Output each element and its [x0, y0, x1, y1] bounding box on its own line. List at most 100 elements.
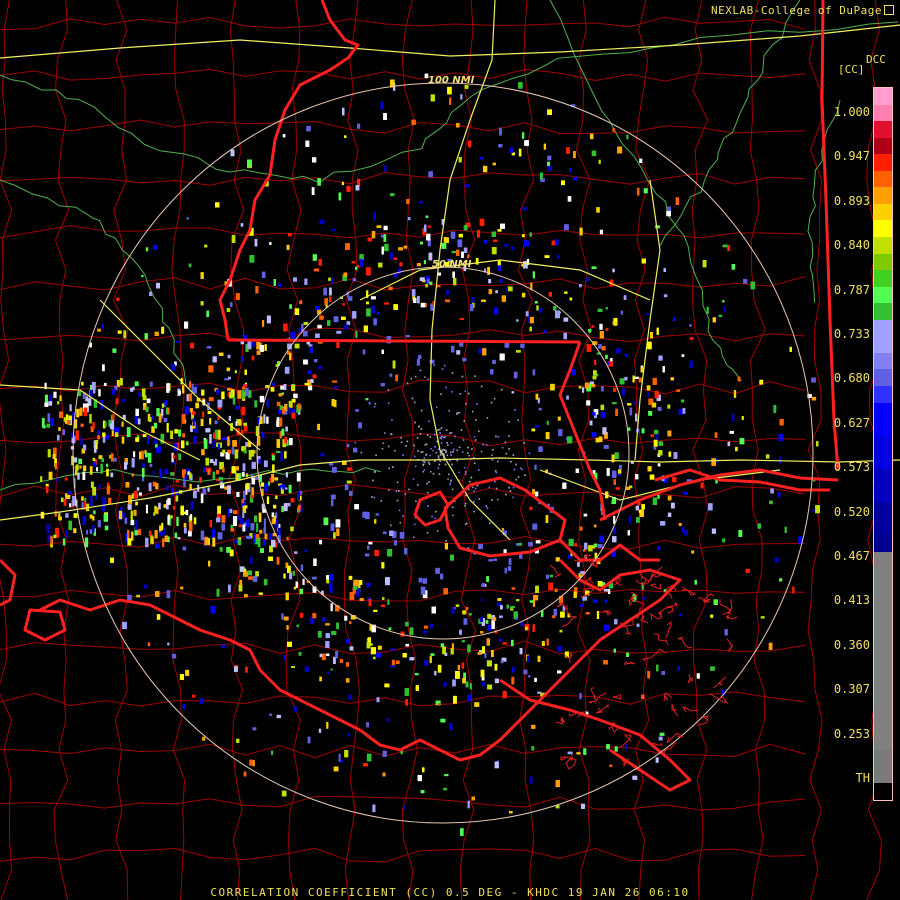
echo-pixel — [381, 349, 384, 354]
echo-pixel — [482, 646, 485, 654]
echo-pixel — [441, 435, 443, 438]
echo-pixel — [408, 488, 410, 491]
echo-pixel — [455, 671, 460, 679]
echo-pixel — [82, 471, 86, 480]
echo-pixel — [381, 246, 384, 255]
echo-pixel — [269, 533, 273, 540]
echo-pixel — [588, 545, 593, 552]
echo-pixel — [464, 502, 467, 505]
echo-pixel — [398, 509, 401, 512]
echo-pixel — [384, 243, 389, 252]
echo-pixel — [464, 390, 466, 392]
echo-pixel — [495, 471, 497, 474]
echo-pixel — [613, 527, 616, 535]
echo-pixel — [249, 556, 253, 564]
echo-pixel — [446, 290, 449, 295]
echo-pixel — [774, 557, 779, 563]
echo-pixel — [480, 450, 483, 453]
echo-pixel — [441, 242, 447, 249]
echo-pixel — [397, 268, 401, 275]
echo-pixel — [286, 502, 291, 507]
echo-pixel — [451, 251, 457, 254]
echo-pixel — [342, 303, 345, 306]
echo-pixel — [234, 370, 237, 374]
echo-pixel — [134, 415, 138, 425]
echo-pixel — [508, 448, 510, 450]
echo-pixel — [93, 440, 97, 449]
echo-pixel — [134, 520, 139, 531]
echo-pixel — [428, 225, 431, 228]
echo-pixel — [567, 751, 573, 755]
color-bar-segment — [874, 501, 892, 538]
echo-pixel — [226, 367, 230, 372]
echo-pixel — [522, 234, 525, 238]
echo-pixel — [602, 427, 607, 435]
echo-pixel — [108, 497, 112, 505]
echo-pixel — [639, 158, 643, 163]
echo-pixel — [399, 532, 405, 539]
echo-pixel — [503, 549, 507, 554]
echo-pixel — [268, 556, 273, 561]
echo-pixel — [333, 400, 337, 408]
echo-pixel — [131, 531, 134, 541]
echo-pixel — [510, 461, 512, 463]
echo-pixel — [380, 383, 385, 387]
echo-pixel — [647, 392, 650, 397]
echo-pixel — [463, 420, 465, 422]
echo-pixel — [399, 262, 403, 267]
echo-pixel — [434, 517, 436, 520]
echo-pixel — [229, 391, 233, 399]
echo-pixel — [64, 477, 68, 481]
echo-pixel — [307, 370, 312, 374]
echo-pixel — [370, 647, 376, 655]
echo-pixel — [209, 434, 212, 444]
echo-pixel — [430, 471, 432, 473]
echo-pixel — [142, 434, 147, 438]
echo-pixel — [285, 592, 289, 601]
echo-pixel — [467, 644, 471, 653]
echo-pixel — [459, 629, 462, 635]
echo-pixel — [231, 235, 236, 243]
echo-pixel — [371, 496, 373, 498]
echo-pixel — [555, 310, 560, 319]
echo-pixel — [494, 480, 496, 483]
echo-pixel — [100, 463, 103, 474]
echo-pixel — [289, 304, 292, 309]
echo-pixel — [760, 616, 765, 619]
echo-pixel — [323, 517, 329, 526]
echo-pixel — [420, 790, 425, 794]
echo-pixel — [89, 414, 92, 424]
echo-pixel — [93, 510, 96, 515]
echo-pixel — [117, 330, 122, 334]
echo-pixel — [320, 452, 325, 457]
echo-pixel — [49, 394, 53, 402]
echo-pixel — [426, 233, 431, 241]
echo-pixel — [482, 348, 487, 356]
echo-pixel — [322, 617, 325, 622]
echo-pixel — [535, 540, 541, 544]
echo-pixel — [388, 627, 392, 631]
county-line — [575, 0, 592, 900]
echo-pixel — [446, 442, 448, 444]
echo-pixel — [511, 246, 515, 251]
echo-pixel — [147, 642, 151, 647]
echo-pixel — [273, 504, 277, 509]
echo-pixel — [711, 458, 716, 466]
echo-pixel — [238, 473, 241, 480]
echo-pixel — [450, 648, 454, 655]
echo-pixel — [217, 399, 223, 408]
echo-pixel — [374, 403, 377, 405]
echo-pixel — [450, 442, 453, 444]
echo-pixel — [456, 350, 461, 355]
echo-pixel — [662, 366, 665, 373]
marsh-line — [568, 711, 586, 718]
echo-pixel — [390, 193, 395, 197]
echo-pixel — [347, 732, 350, 737]
echo-pixel — [473, 490, 475, 492]
echo-pixel — [779, 418, 784, 426]
echo-pixel — [487, 624, 492, 631]
echo-pixel — [65, 529, 68, 538]
echo-pixel — [245, 483, 249, 490]
echo-pixel — [657, 546, 661, 551]
echo-pixel — [722, 300, 725, 303]
